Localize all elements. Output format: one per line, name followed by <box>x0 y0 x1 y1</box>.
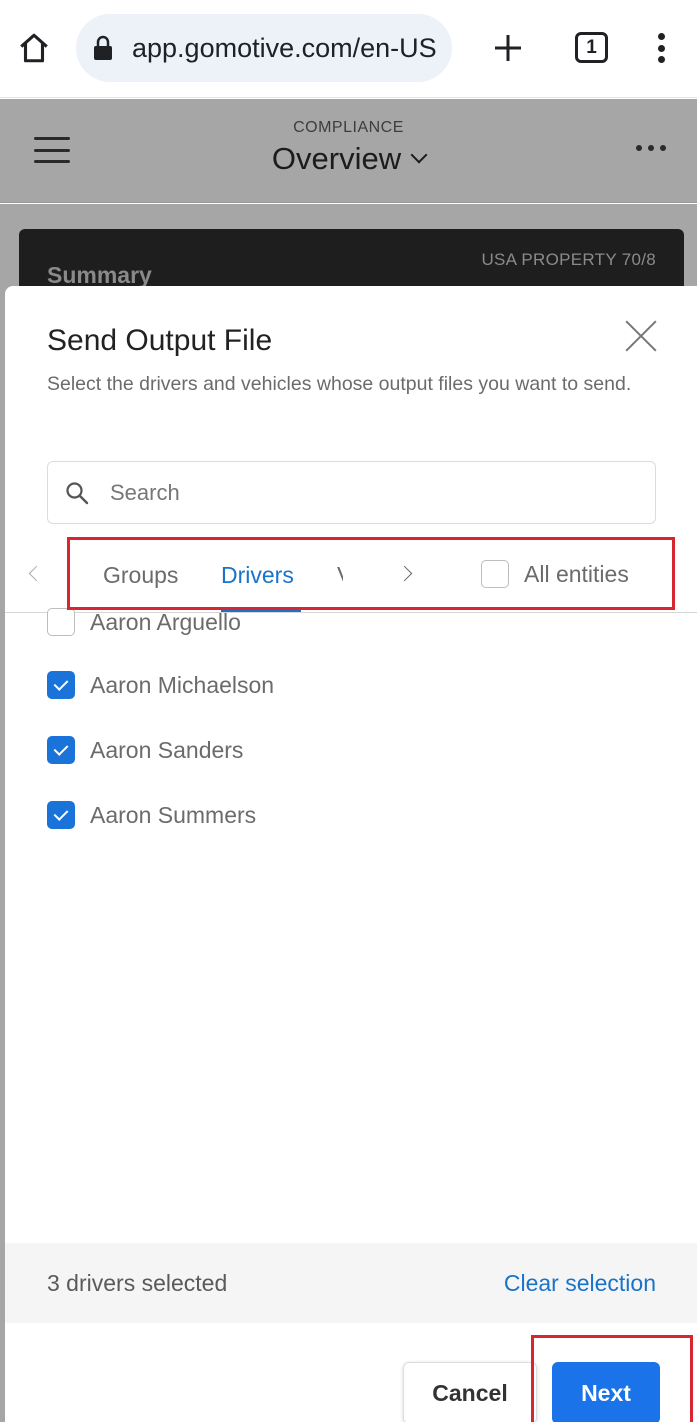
dialog-title: Send Output File <box>47 324 273 357</box>
lock-icon <box>94 35 112 60</box>
page-title-dropdown[interactable]: Overview <box>0 141 697 177</box>
app-header: COMPLIANCE Overview <box>0 99 697 203</box>
summary-title: Summary <box>47 262 152 288</box>
chevron-left-icon[interactable] <box>27 563 41 583</box>
page-title: Overview <box>271 141 402 176</box>
tab-switcher-button[interactable]: 1 <box>575 32 608 63</box>
browser-toolbar: app.gomotive.com/en-US 1 <box>0 0 697 98</box>
driver-checkbox[interactable] <box>47 801 75 829</box>
header-section-label: COMPLIANCE <box>293 119 404 136</box>
url-text: app.gomotive.com/en-US <box>132 32 437 63</box>
driver-checkbox[interactable] <box>47 671 75 699</box>
selected-count: 3 drivers selected <box>47 1270 228 1296</box>
driver-name: Aaron Summers <box>90 801 257 828</box>
search-icon <box>66 481 89 504</box>
new-tab-icon[interactable] <box>488 28 528 68</box>
highlight-box-tabs <box>67 537 675 610</box>
list-item[interactable]: Aaron Summers <box>47 801 256 829</box>
chevron-down-icon <box>410 146 428 164</box>
driver-name: Aaron Michaelson <box>90 671 275 698</box>
tab-count: 1 <box>586 36 597 58</box>
close-icon[interactable] <box>625 320 657 352</box>
selection-footer: 3 drivers selected Clear selection <box>5 1243 697 1323</box>
driver-name: Aaron Sanders <box>90 736 244 763</box>
dialog-description: Select the drivers and vehicles whose ou… <box>47 373 632 395</box>
ruleset-label: USA PROPERTY 70/8 <box>481 250 656 269</box>
search-field[interactable] <box>47 461 656 524</box>
clear-selection-link[interactable]: Clear selection <box>504 1270 656 1297</box>
driver-checkbox[interactable] <box>47 736 75 764</box>
search-input[interactable] <box>110 479 610 506</box>
send-output-file-dialog: Send Output File Select the drivers and … <box>5 286 697 1422</box>
more-options-icon[interactable] <box>636 145 666 153</box>
home-icon[interactable] <box>14 28 54 68</box>
driver-checkbox[interactable] <box>47 608 75 636</box>
list-item[interactable]: Aaron Michaelson <box>47 671 274 699</box>
list-item[interactable]: Aaron Arguello <box>47 608 241 636</box>
cancel-button[interactable]: Cancel <box>403 1362 537 1422</box>
address-bar[interactable]: app.gomotive.com/en-US <box>76 14 452 82</box>
highlight-box-next <box>531 1335 693 1422</box>
browser-menu-icon[interactable] <box>648 30 674 66</box>
driver-name: Aaron Arguello <box>90 608 241 635</box>
list-item[interactable]: Aaron Sanders <box>47 736 243 764</box>
